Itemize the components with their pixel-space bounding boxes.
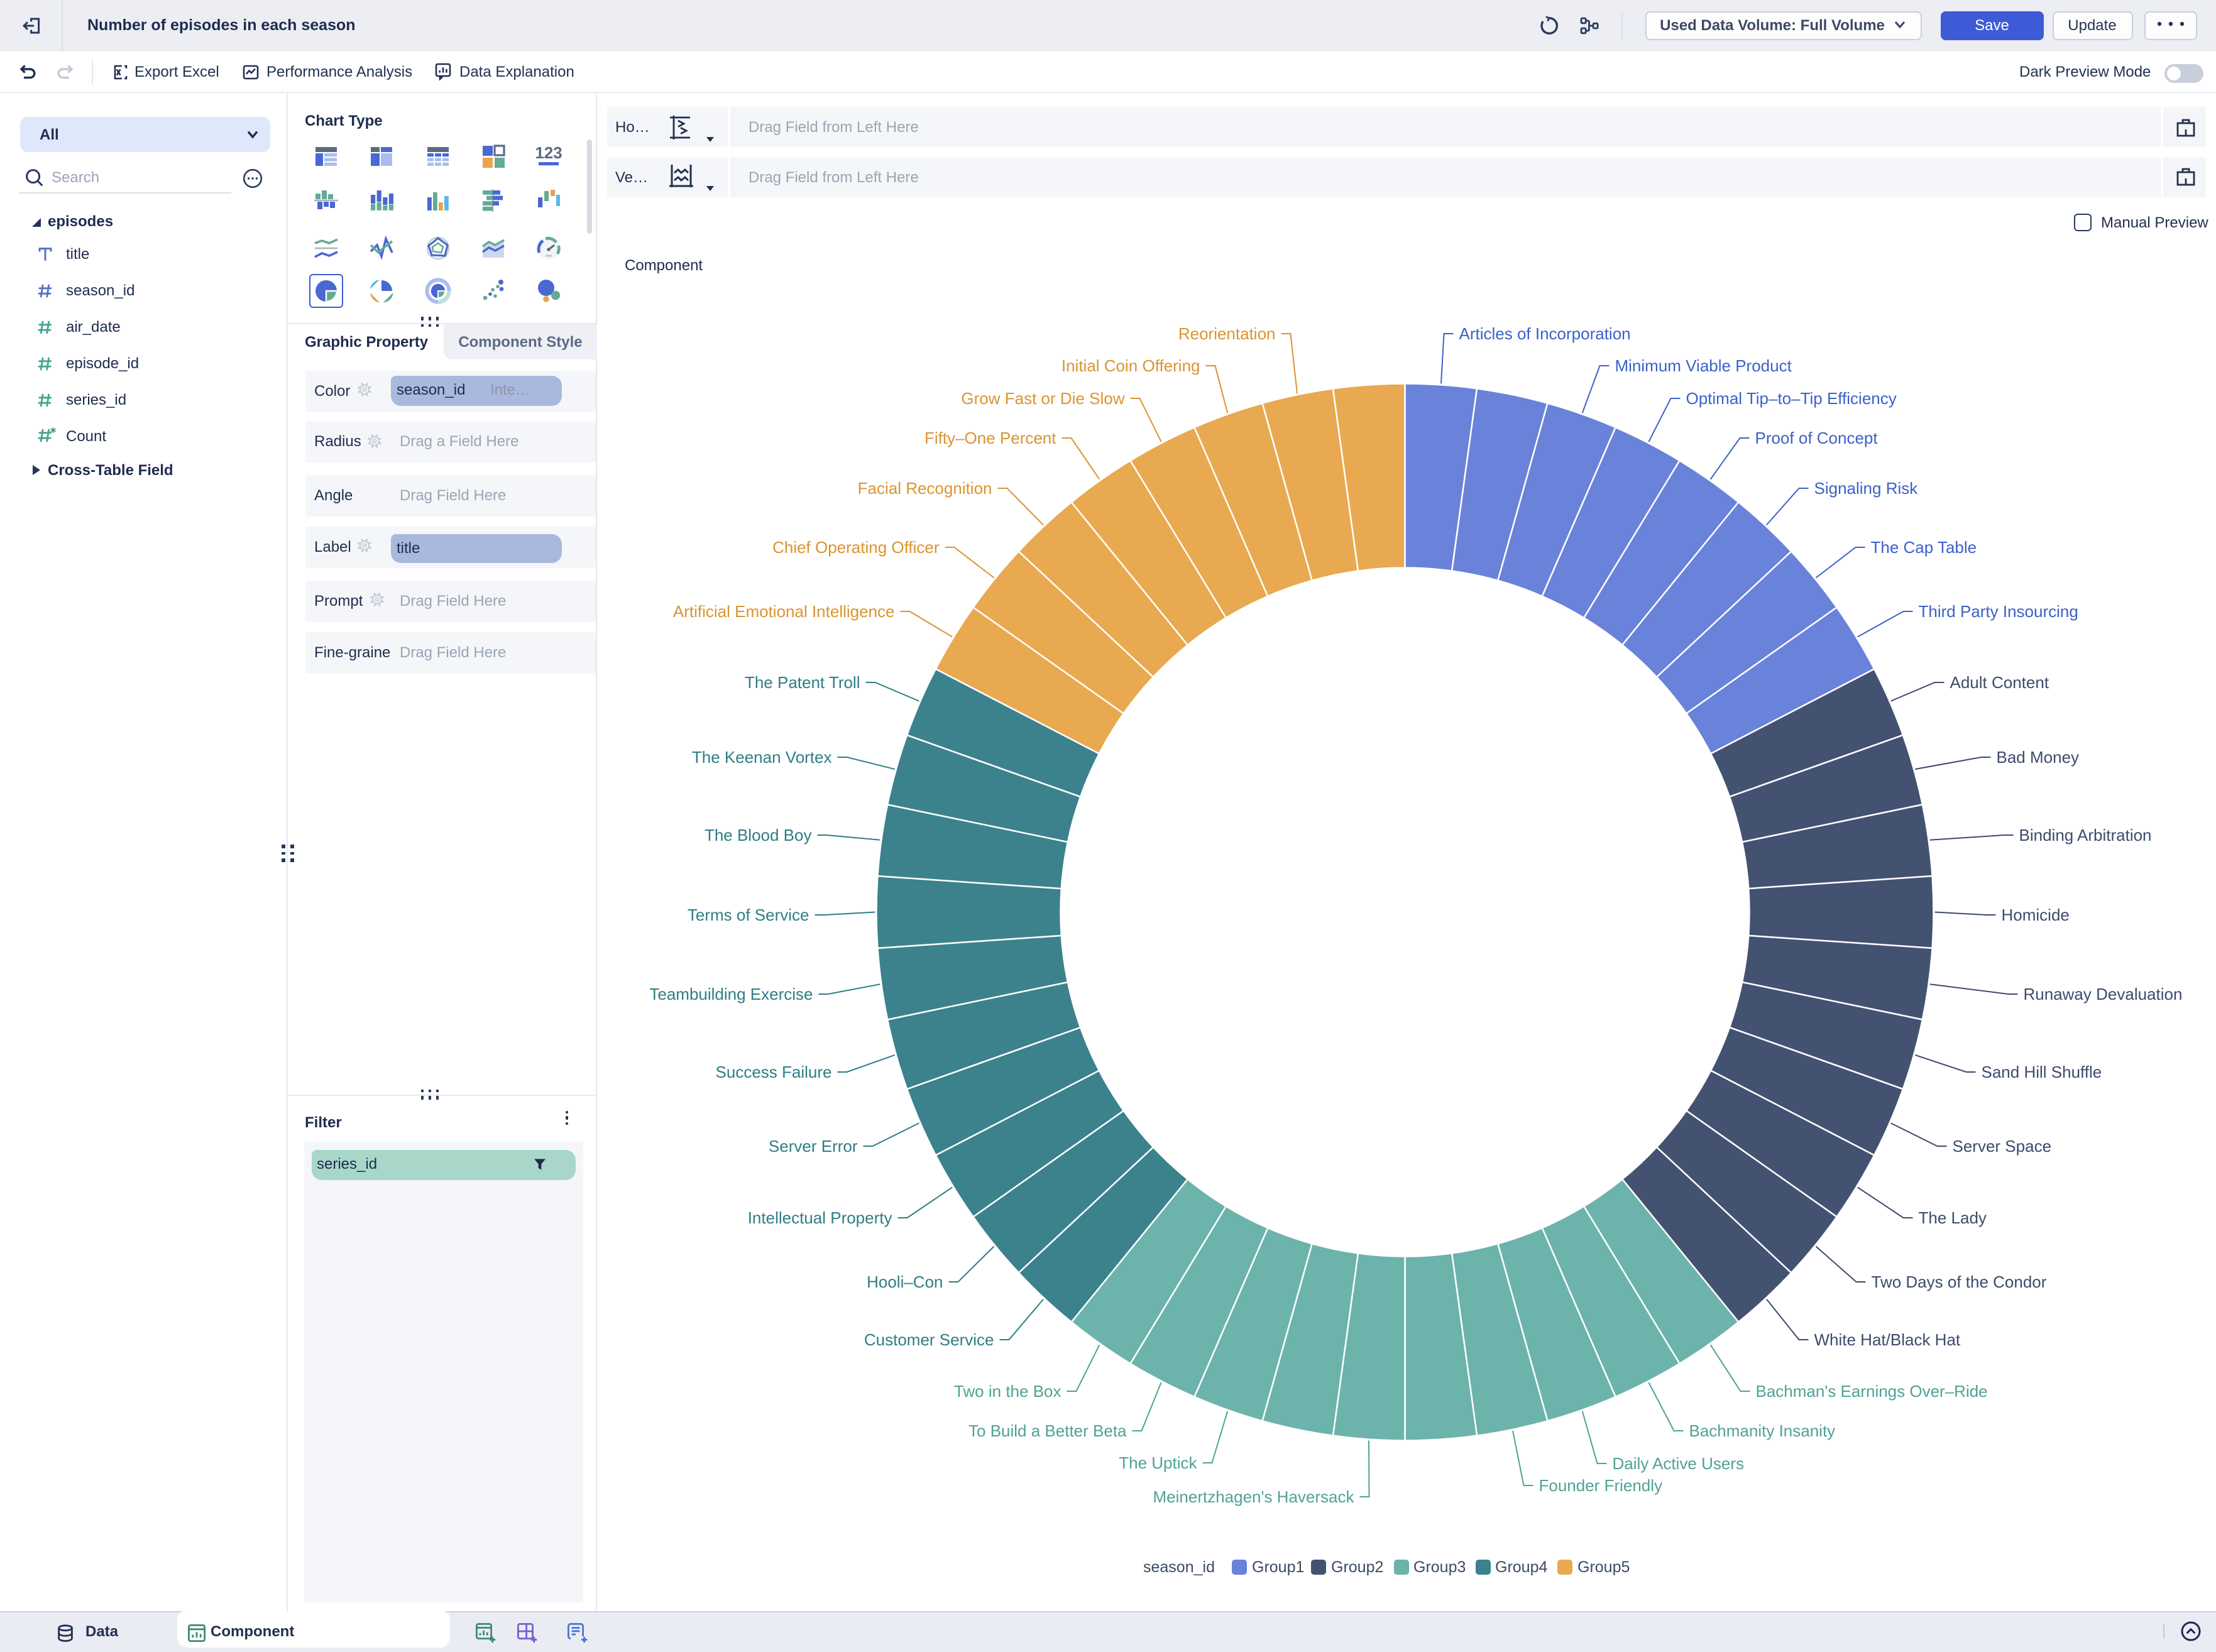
svg-text:Chief Operating Officer: Chief Operating Officer xyxy=(773,538,940,557)
svg-text:Hooli–Con: Hooli–Con xyxy=(867,1272,943,1291)
svg-text:Proof of Concept: Proof of Concept xyxy=(1755,429,1879,447)
svg-text:Runaway Devaluation: Runaway Devaluation xyxy=(2024,985,2183,1004)
svg-text:Third Party Insourcing: Third Party Insourcing xyxy=(1919,602,2078,621)
svg-text:Two in the Box: Two in the Box xyxy=(954,1382,1061,1401)
svg-text:Homicide: Homicide xyxy=(2002,905,2070,924)
svg-text:Bachmanity Insanity: Bachmanity Insanity xyxy=(1689,1421,1836,1440)
svg-text:To Build a Better Beta: To Build a Better Beta xyxy=(969,1421,1127,1440)
svg-text:Terms of Service: Terms of Service xyxy=(688,905,809,924)
svg-text:Adult Content: Adult Content xyxy=(1950,673,2049,692)
svg-text:Optimal Tip–to–Tip Efficiency: Optimal Tip–to–Tip Efficiency xyxy=(1686,389,1897,408)
svg-text:The Cap Table: The Cap Table xyxy=(1871,538,1977,557)
svg-text:Success Failure: Success Failure xyxy=(716,1063,832,1081)
svg-text:Grow Fast or Die Slow: Grow Fast or Die Slow xyxy=(962,389,1125,408)
svg-text:Teambuilding Exercise: Teambuilding Exercise xyxy=(650,985,813,1004)
svg-text:Artificial Emotional Intellige: Artificial Emotional Intelligence xyxy=(673,602,895,621)
svg-text:123: 123 xyxy=(535,144,562,163)
svg-text:The Keenan Vortex: The Keenan Vortex xyxy=(692,748,832,767)
svg-text:The Lady: The Lady xyxy=(1919,1208,1987,1227)
svg-text:Customer Service: Customer Service xyxy=(864,1330,994,1349)
svg-text:White Hat/Black Hat: White Hat/Black Hat xyxy=(1814,1330,1961,1349)
svg-text:The Uptick: The Uptick xyxy=(1119,1453,1198,1472)
svg-text:Bachman's Earnings Over–Ride: Bachman's Earnings Over–Ride xyxy=(1756,1382,1988,1401)
svg-text:The Patent Troll: The Patent Troll xyxy=(745,673,860,692)
svg-text:Fifty–One Percent: Fifty–One Percent xyxy=(924,429,1056,447)
svg-text:Articles of Incorporation: Articles of Incorporation xyxy=(1459,324,1631,343)
svg-text:Server Error: Server Error xyxy=(769,1137,858,1156)
svg-text:Reorientation: Reorientation xyxy=(1178,324,1276,343)
svg-text:Initial Coin Offering: Initial Coin Offering xyxy=(1061,356,1200,375)
svg-text:Sand Hill Shuffle: Sand Hill Shuffle xyxy=(1982,1063,2102,1081)
svg-text:Founder Friendly: Founder Friendly xyxy=(1539,1476,1663,1495)
svg-text:Facial Recognition: Facial Recognition xyxy=(858,479,992,498)
svg-text:Minimum Viable Product: Minimum Viable Product xyxy=(1615,356,1792,375)
svg-text:Signaling Risk: Signaling Risk xyxy=(1814,479,1919,498)
svg-text:Server Space: Server Space xyxy=(1953,1137,2052,1156)
svg-text:Binding Arbitration: Binding Arbitration xyxy=(2019,826,2152,845)
svg-text:Two Days of the Condor: Two Days of the Condor xyxy=(1872,1272,2047,1291)
svg-text:Intellectual Property: Intellectual Property xyxy=(748,1208,892,1227)
svg-text:Bad Money: Bad Money xyxy=(1997,748,2080,767)
svg-text:Meinertzhagen's Haversack: Meinertzhagen's Haversack xyxy=(1153,1487,1355,1506)
svg-text:The Blood Boy: The Blood Boy xyxy=(705,826,812,845)
svg-text:Daily Active Users: Daily Active Users xyxy=(1613,1454,1745,1473)
